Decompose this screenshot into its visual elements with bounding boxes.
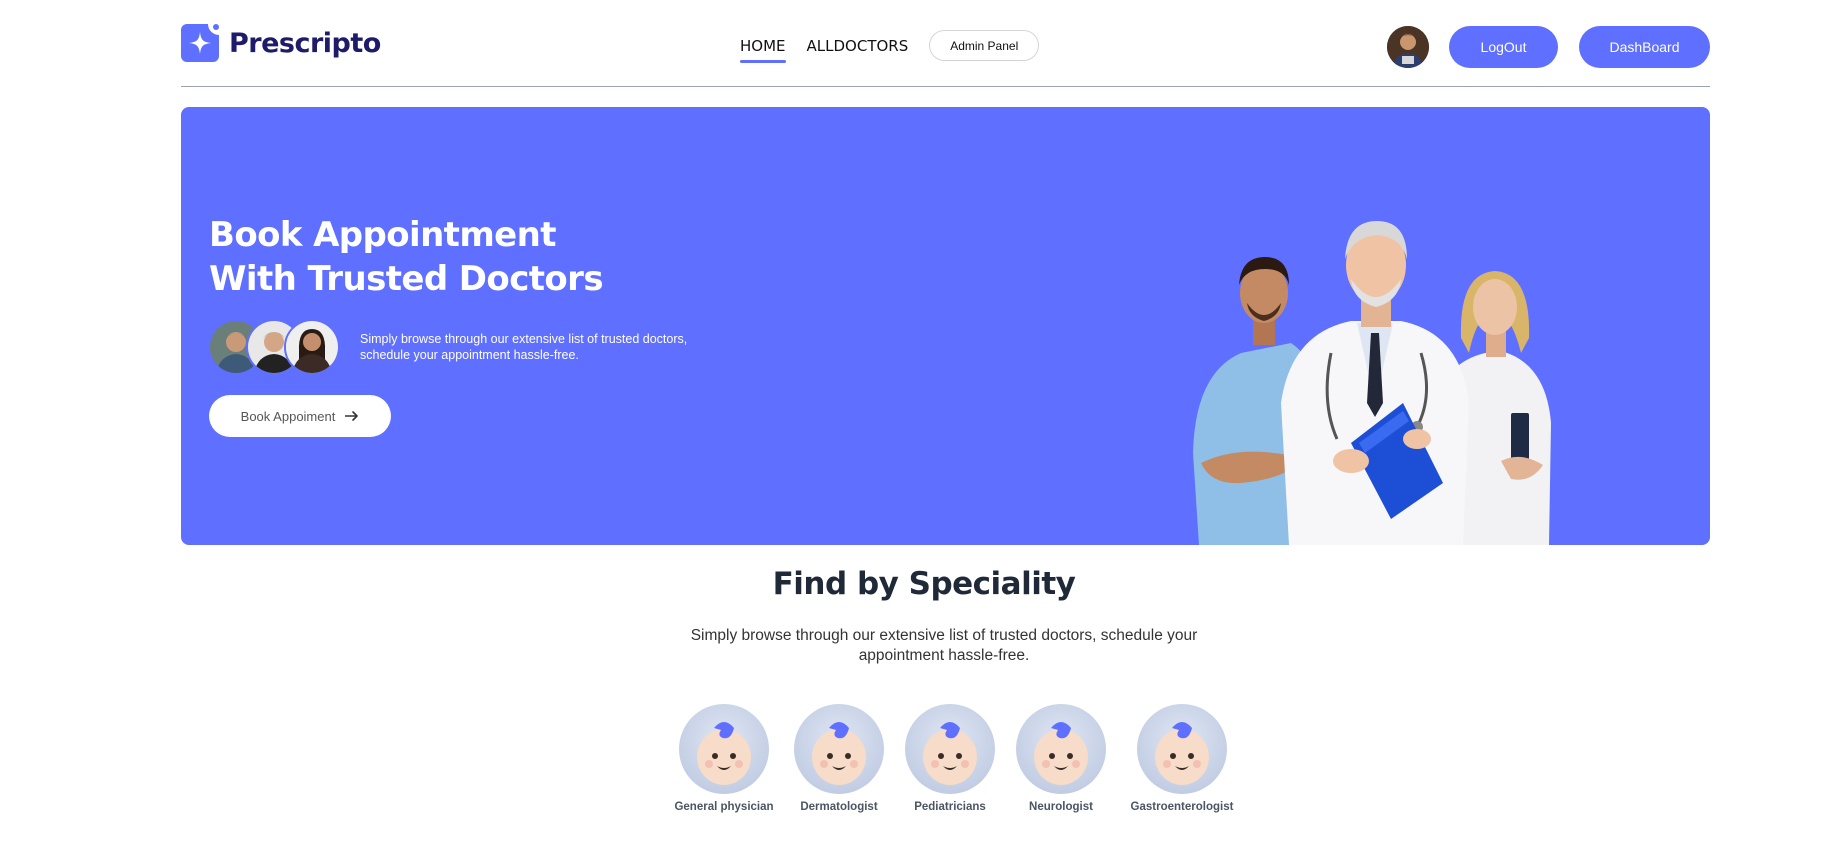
speciality-subtitle-line2: appointment hassle-free. xyxy=(858,647,1030,664)
logo[interactable]: Prescripto xyxy=(181,23,381,63)
speciality-label: Dermatologist xyxy=(800,801,878,813)
book-appointment-button[interactable]: Book Appoiment xyxy=(209,395,391,437)
baby-face-icon xyxy=(905,704,995,794)
speciality-subtitle-line1: Simply browse through our extensive list… xyxy=(690,627,1198,644)
speciality-general-physician[interactable]: General physician xyxy=(674,704,774,813)
navbar: Prescripto HOME ALLDOCTORS Admin Panel L… xyxy=(181,0,1710,87)
hero-banner: Book Appointment With Trusted Doctors Si… xyxy=(181,107,1710,545)
speciality-dermatologist[interactable]: Dermatologist xyxy=(789,704,889,813)
speciality-pediatricians[interactable]: Pediatricians xyxy=(900,704,1000,813)
group-profiles xyxy=(208,319,340,375)
admin-panel-button[interactable]: Admin Panel xyxy=(929,30,1040,61)
hero-doctors-illustration xyxy=(1181,203,1641,545)
brand-name: Prescripto xyxy=(229,27,381,59)
arrow-right-icon xyxy=(344,409,359,424)
speciality-label: General physician xyxy=(674,801,774,813)
baby-face-icon xyxy=(1016,704,1106,794)
doctor-avatar-3 xyxy=(284,319,340,375)
baby-face-icon xyxy=(679,704,769,794)
hero-subtitle-line1: Simply browse through our extensive list… xyxy=(360,332,688,346)
hero-title-line1: Book Appointment xyxy=(209,215,556,255)
logout-button[interactable]: LogOut xyxy=(1449,26,1558,68)
speciality-label: Pediatricians xyxy=(914,801,986,813)
page: Prescripto HOME ALLDOCTORS Admin Panel L… xyxy=(0,0,1848,855)
book-appointment-label: Book Appoiment xyxy=(240,408,336,424)
speciality-gastroenterologist[interactable]: Gastroenterologist xyxy=(1122,704,1242,813)
doctor-center-figure xyxy=(1281,221,1469,545)
baby-face-icon xyxy=(1137,704,1227,794)
speciality-label: Neurologist xyxy=(1029,801,1093,813)
hero-subtitle-line2: schedule your appointment hassle-free. xyxy=(360,348,579,362)
user-avatar[interactable] xyxy=(1387,26,1429,68)
speciality-title: Find by Speciality xyxy=(772,566,1076,602)
hero-title: Book Appointment With Trusted Doctors xyxy=(209,213,604,301)
speciality-label: Gastroenterologist xyxy=(1130,801,1234,813)
hero-title-line2: With Trusted Doctors xyxy=(209,259,604,299)
nav-link-all-doctors[interactable]: ALLDOCTORS xyxy=(807,37,909,61)
baby-face-icon xyxy=(794,704,884,794)
hero-subtitle: Simply browse through our extensive list… xyxy=(360,331,740,363)
nav-links: HOME ALLDOCTORS Admin Panel xyxy=(740,30,1040,63)
dashboard-button[interactable]: DashBoard xyxy=(1579,26,1710,68)
speciality-subtitle: Simply browse through our extensive list… xyxy=(674,626,1214,666)
nav-link-home[interactable]: HOME xyxy=(740,37,786,63)
logo-sparkle-icon xyxy=(181,24,219,62)
speciality-neurologist[interactable]: Neurologist xyxy=(1011,704,1111,813)
nav-actions: LogOut DashBoard xyxy=(1387,26,1710,68)
